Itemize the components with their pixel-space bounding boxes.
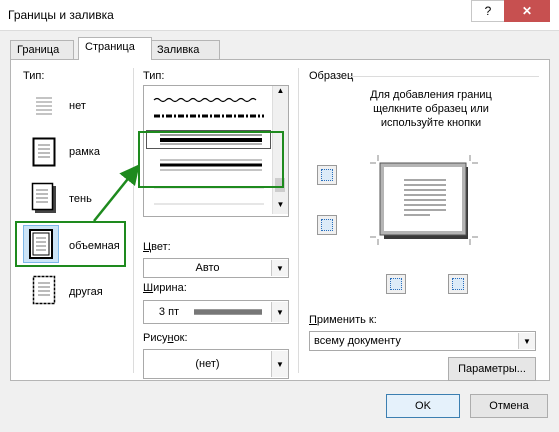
help-button[interactable]: ? (471, 0, 505, 22)
chevron-down-icon[interactable]: ▼ (271, 260, 288, 276)
top-border-button[interactable] (317, 165, 337, 185)
bottom-border-button[interactable] (317, 215, 337, 235)
bottom-border-icon (321, 219, 333, 231)
tab-borders[interactable]: Граница (10, 40, 74, 59)
ok-button-label: OK (415, 400, 431, 412)
right-border-icon (452, 278, 464, 290)
divider (298, 68, 299, 373)
color-label: Цвет: (143, 241, 171, 253)
setting-custom-button[interactable] (27, 271, 61, 309)
apply-to-dropdown[interactable]: всему документу ▼ (309, 331, 536, 351)
tab-panel: Тип: нет рамка тень объемная другая Тип:… (10, 59, 550, 381)
callout-arrow-icon (93, 164, 140, 222)
preview-label: Образец (309, 70, 354, 82)
art-value: (нет) (195, 358, 220, 370)
title-bar: Границы и заливка ? ✕ (0, 0, 559, 31)
width-line-preview (194, 309, 271, 315)
chevron-down-icon[interactable]: ▼ (271, 302, 288, 322)
tab-page-border[interactable]: Страница (78, 37, 152, 60)
preview-graphic (370, 155, 478, 245)
color-dropdown[interactable]: Авто ▼ (143, 258, 289, 278)
preview-page[interactable] (370, 155, 478, 245)
close-icon: ✕ (521, 4, 533, 18)
options-button[interactable]: Параметры... (448, 357, 536, 381)
preview-divider (349, 76, 539, 77)
width-dropdown[interactable]: 3 пт ▼ (143, 300, 289, 324)
width-value: 3 пт (158, 306, 180, 318)
art-label: Рисунок: (143, 332, 188, 344)
tab-shading[interactable]: Заливка (150, 40, 220, 59)
instruction-line: Для добавления границ (370, 89, 492, 101)
tab-label: Граница (17, 44, 60, 56)
chevron-down-icon[interactable]: ▼ (518, 333, 535, 349)
color-value: Авто (195, 262, 220, 274)
scroll-up-icon[interactable]: ▲ (273, 86, 288, 100)
cancel-button[interactable]: Отмена (470, 394, 548, 418)
art-dropdown[interactable]: (нет) ▼ (143, 349, 289, 379)
setting-custom-label: другая (69, 286, 103, 298)
width-label: Ширина: (143, 282, 187, 294)
window-title: Границы и заливка (8, 8, 114, 22)
ok-button[interactable]: OK (386, 394, 460, 418)
apply-to-value: всему документу (314, 335, 401, 347)
preview-instructions: Для добавления границ щелкните образец и… (321, 88, 541, 130)
close-button[interactable]: ✕ (504, 0, 550, 22)
left-border-icon (390, 278, 402, 290)
custom-page-icon (32, 275, 56, 305)
instruction-line: щелкните образец или (373, 103, 489, 115)
tab-label: Заливка (157, 44, 200, 56)
left-border-button[interactable] (386, 274, 406, 294)
scroll-down-icon[interactable]: ▼ (273, 200, 288, 214)
cancel-button-label: Отмена (489, 400, 529, 412)
right-border-button[interactable] (448, 274, 468, 294)
apply-to-label: Применить к: (309, 314, 377, 326)
options-button-label: Параметры... (458, 363, 526, 375)
instruction-line: используйте кнопки (380, 117, 482, 129)
tab-label: Страница (85, 41, 135, 53)
help-icon: ? (484, 4, 492, 18)
top-border-icon (321, 169, 333, 181)
chevron-down-icon[interactable]: ▼ (271, 351, 288, 377)
